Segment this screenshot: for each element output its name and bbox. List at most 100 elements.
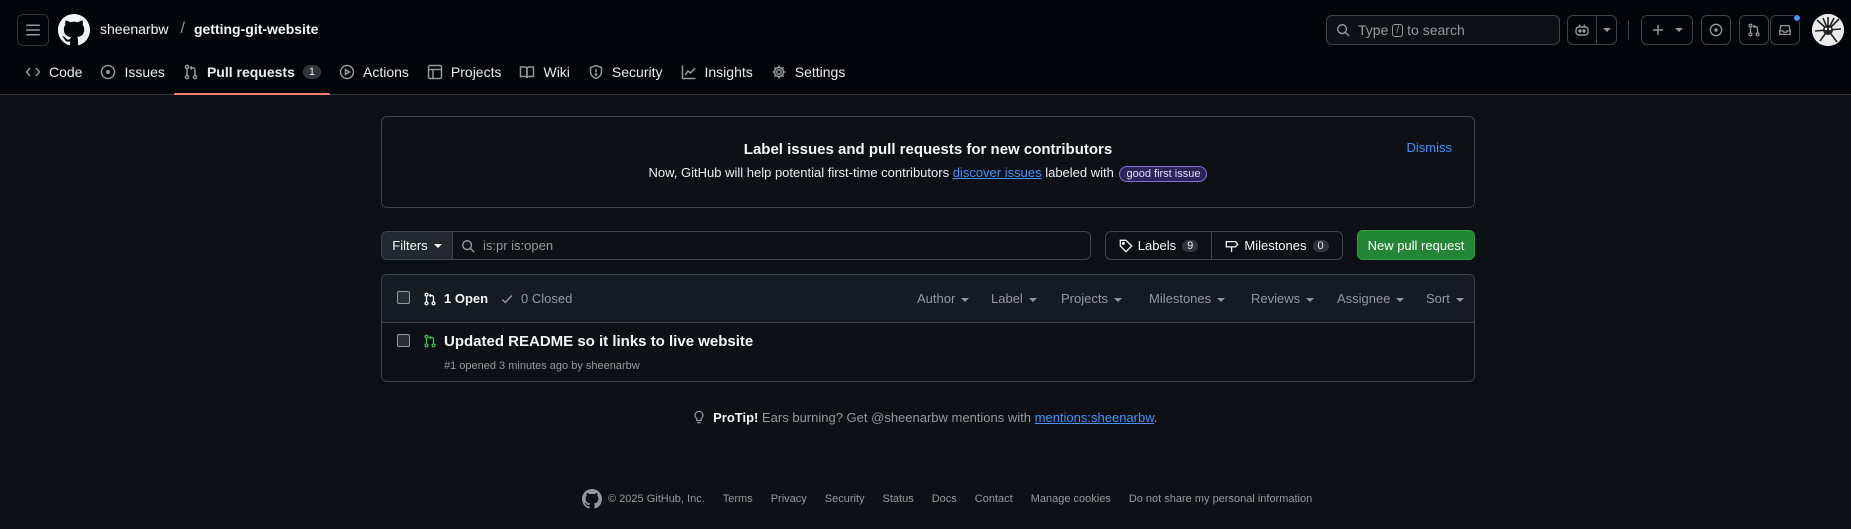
shield-icon — [589, 64, 603, 80]
milestone-icon — [1226, 240, 1239, 252]
tab-issues[interactable]: Issues — [91, 56, 173, 88]
pr-filter-input[interactable]: is:pr is:open — [452, 231, 1091, 260]
tab-label: Wiki — [543, 64, 570, 80]
labels-button[interactable]: Labels 9 — [1105, 231, 1212, 260]
gear-icon — [772, 65, 786, 79]
dismiss-button[interactable]: Dismiss — [1407, 140, 1453, 155]
banner-text-after: labeled with — [1045, 165, 1114, 180]
assignee-filter-label: Assignee — [1337, 291, 1391, 306]
caret-down-icon — [1396, 297, 1405, 302]
list-item: Updated README so it links to live websi… — [382, 323, 1474, 381]
banner-text-before: Now, GitHub will help potential first-ti… — [648, 165, 950, 180]
github-logo-icon[interactable] — [58, 14, 90, 46]
repo-nav-tabs: Code Issues Pull requests 1 Actions Proj… — [16, 56, 854, 95]
tab-counter: 1 — [302, 65, 321, 79]
projects-filter-label: Projects — [1061, 291, 1108, 306]
create-new-button[interactable] — [1641, 15, 1693, 45]
pull-requests-shortcut-button[interactable] — [1739, 15, 1769, 45]
tab-label: Settings — [794, 64, 846, 80]
tab-security[interactable]: Security — [579, 56, 672, 88]
labels-counter: 9 — [1182, 239, 1199, 252]
footer-link-do-not-share[interactable]: Do not share my personal information — [1129, 493, 1312, 505]
filters-dropdown-button[interactable]: Filters — [381, 231, 453, 260]
reviews-filter[interactable]: Reviews — [1251, 291, 1315, 306]
discover-issues-link[interactable]: discover issues — [953, 165, 1042, 180]
tab-label: Projects — [450, 64, 502, 80]
breadcrumb: sheenarbw / getting-git-website — [100, 20, 318, 38]
caret-down-icon — [433, 243, 442, 248]
sort-dropdown[interactable]: Sort — [1426, 291, 1464, 306]
tab-label: Pull requests — [206, 64, 295, 80]
site-footer: © 2025 GitHub, Inc. Terms Privacy Securi… — [582, 489, 1312, 509]
caret-down-icon — [1028, 297, 1037, 302]
tab-label: Actions — [362, 64, 409, 80]
tab-pull-requests[interactable]: Pull requests 1 — [173, 56, 331, 95]
select-all-checkbox[interactable] — [397, 291, 410, 304]
label-filter[interactable]: Label — [991, 291, 1037, 306]
caret-down-icon — [961, 297, 970, 302]
graph-icon — [681, 65, 696, 80]
footer-link-docs[interactable]: Docs — [932, 493, 957, 505]
issues-shortcut-button[interactable] — [1701, 15, 1731, 45]
tab-wiki[interactable]: Wiki — [510, 56, 578, 88]
list-header: 1 Open 0 Closed Author Label Projects Mi… — [382, 275, 1474, 323]
filter-query-value: is:pr is:open — [483, 238, 554, 253]
row-checkbox[interactable] — [397, 334, 410, 347]
user-avatar[interactable] — [1812, 14, 1844, 46]
plus-icon — [1652, 24, 1664, 36]
good-first-issue-label[interactable]: good first issue — [1119, 166, 1208, 182]
tab-label: Issues — [124, 64, 165, 80]
git-pull-request-icon — [424, 292, 436, 305]
breadcrumb-owner[interactable]: sheenarbw — [100, 21, 169, 37]
book-icon — [520, 66, 535, 79]
new-pull-request-button[interactable]: New pull request — [1357, 230, 1475, 260]
search-shortcut-key: / — [1392, 23, 1404, 37]
tab-label: Code — [49, 64, 83, 80]
footer-link-terms[interactable]: Terms — [723, 493, 753, 505]
git-pull-request-icon — [184, 64, 198, 80]
milestones-label: Milestones — [1244, 238, 1307, 253]
breadcrumb-repo[interactable]: getting-git-website — [194, 21, 318, 37]
footer-link-status[interactable]: Status — [883, 493, 914, 505]
issue-opened-icon — [1709, 23, 1723, 37]
author-filter[interactable]: Author — [917, 291, 970, 306]
sort-dropdown-label: Sort — [1426, 291, 1450, 306]
assignee-filter[interactable]: Assignee — [1337, 291, 1405, 306]
footer-link-manage-cookies[interactable]: Manage cookies — [1031, 493, 1111, 505]
milestones-button[interactable]: Milestones 0 — [1211, 231, 1343, 260]
tab-insights[interactable]: Insights — [672, 56, 762, 88]
copilot-button[interactable] — [1567, 15, 1617, 45]
light-bulb-icon — [693, 410, 705, 424]
search-icon — [462, 239, 475, 253]
banner-title: Label issues and pull requests for new c… — [743, 141, 1113, 158]
open-count: 1 Open — [444, 291, 489, 306]
footer-copyright: © 2025 GitHub, Inc. — [608, 493, 705, 505]
tab-actions[interactable]: Actions — [330, 56, 418, 88]
copilot-icon — [1574, 24, 1589, 36]
mentions-search-link[interactable]: mentions:sheenarbw — [1035, 410, 1154, 425]
app-header: sheenarbw / getting-git-website Type / t… — [0, 0, 1851, 95]
protip-lead: ProTip! — [713, 410, 759, 425]
open-filter[interactable]: 1 Open — [423, 291, 488, 306]
tab-projects[interactable]: Projects — [418, 56, 511, 88]
tab-code[interactable]: Code — [16, 56, 91, 88]
footer-link-contact[interactable]: Contact — [975, 493, 1013, 505]
closed-filter[interactable]: 0 Closed — [500, 291, 572, 306]
closed-count: 0 Closed — [521, 291, 573, 306]
footer-link-privacy[interactable]: Privacy — [771, 493, 807, 505]
footer-link-security[interactable]: Security — [825, 493, 865, 505]
labels-label: Labels — [1137, 238, 1177, 253]
chevron-down-icon — [1602, 28, 1611, 32]
tab-settings[interactable]: Settings — [762, 56, 855, 88]
pull-request-title-link[interactable]: Updated README so it links to live websi… — [444, 333, 753, 350]
github-footer-logo-icon[interactable] — [582, 489, 602, 509]
milestones-filter[interactable]: Milestones — [1149, 291, 1226, 306]
code-icon — [25, 67, 41, 77]
projects-filter[interactable]: Projects — [1061, 291, 1122, 306]
global-search-input[interactable]: Type / to search — [1326, 15, 1560, 45]
search-placeholder-suffix: to search — [1407, 22, 1465, 38]
hamburger-icon — [26, 24, 40, 36]
tag-icon — [1119, 239, 1133, 253]
protip-end: . — [1153, 410, 1158, 425]
menu-button[interactable] — [17, 14, 49, 46]
